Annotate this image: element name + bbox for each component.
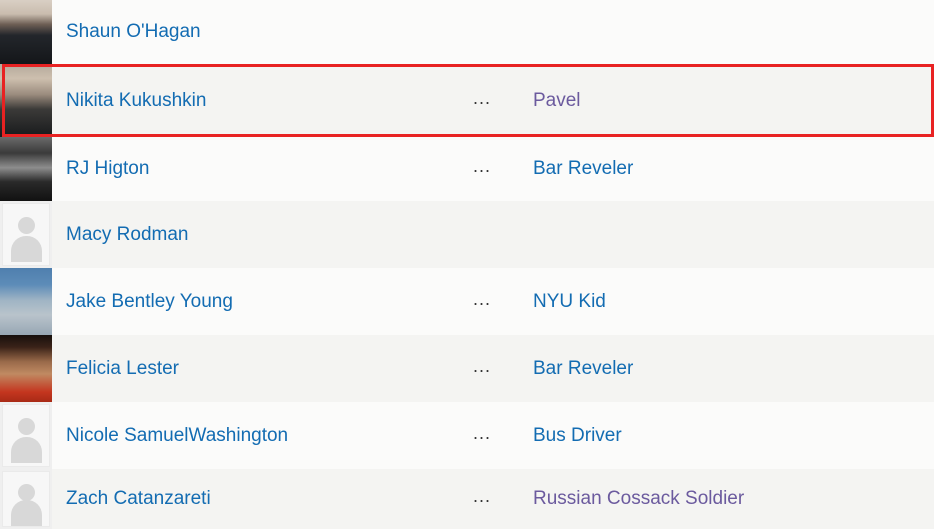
actor-name-cell: Shaun O'Hagan <box>52 0 473 64</box>
character-name-link[interactable]: Russian Cossack Soldier <box>533 488 744 510</box>
separator-cell <box>473 0 533 64</box>
table-row[interactable]: Nikita Kukushkin... Pavel <box>0 64 934 137</box>
actor-name-link[interactable]: RJ Higton <box>66 158 149 180</box>
avatar[interactable] <box>0 64 52 137</box>
ellipsis-separator: ... <box>473 355 492 376</box>
avatar-photo-image <box>0 0 52 64</box>
cast-table: Shaun O'Hagan Nikita Kukushkin... Pavel RJ … <box>0 0 934 529</box>
person-placeholder-icon <box>2 404 50 467</box>
avatar-photo <box>0 335 52 402</box>
actor-name-cell: Jake Bentley Young <box>52 268 473 335</box>
character-name-cell: Bar Reveler <box>533 137 934 201</box>
avatar-photo-image <box>0 64 52 137</box>
avatar-photo-image <box>0 268 52 335</box>
character-name-link[interactable]: NYU Kid <box>533 291 606 313</box>
ellipsis-separator: ... <box>473 486 492 506</box>
person-placeholder-icon <box>2 471 50 527</box>
separator-cell: ... <box>473 137 533 201</box>
actor-name-cell: Felicia Lester <box>52 335 473 402</box>
avatar[interactable] <box>0 469 52 529</box>
actor-name-link[interactable]: Zach Catanzareti <box>66 488 211 510</box>
placeholder-body <box>10 436 42 463</box>
actor-name-cell: Zach Catanzareti <box>52 469 473 529</box>
actor-name-cell: Macy Rodman <box>52 201 473 268</box>
placeholder-head <box>17 418 35 436</box>
ellipsis-separator: ... <box>473 156 492 176</box>
actor-name-link[interactable]: Macy Rodman <box>66 224 189 246</box>
character-name-cell: NYU Kid <box>533 268 934 335</box>
avatar[interactable] <box>0 0 52 64</box>
avatar[interactable] <box>0 137 52 201</box>
separator-cell: ... <box>473 64 533 137</box>
actor-name-link[interactable]: Shaun O'Hagan <box>66 21 201 43</box>
avatar-photo-image <box>0 137 52 201</box>
table-row[interactable]: Zach Catanzareti... Russian Cossack Soldi… <box>0 469 934 529</box>
table-row[interactable]: Shaun O'Hagan <box>0 0 934 64</box>
separator-cell: ... <box>473 268 533 335</box>
character-name-link[interactable]: Bar Reveler <box>533 158 633 180</box>
placeholder-head <box>17 217 35 235</box>
character-name-cell <box>533 0 934 64</box>
avatar[interactable] <box>0 335 52 402</box>
ellipsis-separator: ... <box>473 288 492 309</box>
placeholder-head <box>17 483 35 501</box>
actor-name-cell: Nicole SamuelWashington <box>52 402 473 469</box>
avatar[interactable] <box>0 268 52 335</box>
separator-cell: ... <box>473 402 533 469</box>
ellipsis-separator: ... <box>473 87 492 108</box>
right-gutter <box>934 0 949 529</box>
actor-name-link[interactable]: Felicia Lester <box>66 358 179 380</box>
table-row[interactable]: Macy Rodman <box>0 201 934 268</box>
placeholder-body <box>10 500 42 527</box>
placeholder-body <box>10 235 42 262</box>
separator-cell: ... <box>473 469 533 529</box>
ellipsis-separator: ... <box>473 422 492 443</box>
character-name-cell: Bus Driver <box>533 402 934 469</box>
table-row[interactable]: RJ Higton... Bar Reveler <box>0 137 934 201</box>
avatar-photo-image <box>0 335 52 402</box>
actor-name-link[interactable]: Nicole SamuelWashington <box>66 425 288 447</box>
avatar-photo <box>0 137 52 201</box>
character-name-cell: Pavel <box>533 64 934 137</box>
avatar-photo <box>0 64 52 137</box>
character-name-link[interactable]: Pavel <box>533 90 581 112</box>
character-name-cell: Russian Cossack Soldier <box>533 469 934 529</box>
actor-name-cell: Nikita Kukushkin <box>52 64 473 137</box>
avatar[interactable] <box>0 402 52 469</box>
table-row[interactable]: Jake Bentley Young... NYU Kid <box>0 268 934 335</box>
actor-name-cell: RJ Higton <box>52 137 473 201</box>
character-name-link[interactable]: Bar Reveler <box>533 358 633 380</box>
table-row[interactable]: Felicia Lester... Bar Reveler <box>0 335 934 402</box>
separator-cell <box>473 201 533 268</box>
character-name-link[interactable]: Bus Driver <box>533 425 622 447</box>
actor-name-link[interactable]: Jake Bentley Young <box>66 291 233 313</box>
separator-cell: ... <box>473 335 533 402</box>
avatar-photo <box>0 268 52 335</box>
table-row[interactable]: Nicole SamuelWashington... Bus Driver <box>0 402 934 469</box>
actor-name-link[interactable]: Nikita Kukushkin <box>66 90 206 112</box>
avatar[interactable] <box>0 201 52 268</box>
character-name-cell: Bar Reveler <box>533 335 934 402</box>
avatar-photo <box>0 0 52 64</box>
person-placeholder-icon <box>2 203 50 266</box>
character-name-cell <box>533 201 934 268</box>
